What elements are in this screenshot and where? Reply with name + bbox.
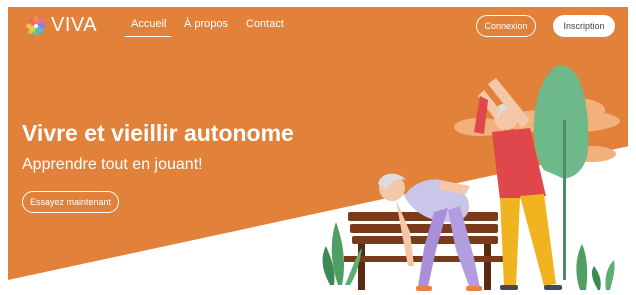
nav-link-accueil[interactable]: Accueil <box>131 18 166 30</box>
signup-button[interactable]: Inscription <box>553 15 615 37</box>
top-navigation: VIVA Accueil À propos Contact Connexion … <box>0 0 636 50</box>
nav-link-a-propos[interactable]: À propos <box>184 18 228 30</box>
brand-name: VIVA <box>51 14 98 36</box>
brand-logo[interactable]: VIVA <box>26 14 97 37</box>
try-now-button[interactable]: Essayez maintenant <box>22 191 119 213</box>
nav-link-contact[interactable]: Contact <box>246 18 284 30</box>
flower-icon <box>26 15 46 36</box>
active-nav-underline <box>125 36 171 37</box>
login-button[interactable]: Connexion <box>476 15 536 37</box>
hero-subline: Apprendre tout en jouant! <box>22 156 203 173</box>
hero-headline: Vivre et vieillir autonome <box>22 120 294 146</box>
hero-section: VIVA Accueil À propos Contact Connexion … <box>0 0 636 295</box>
